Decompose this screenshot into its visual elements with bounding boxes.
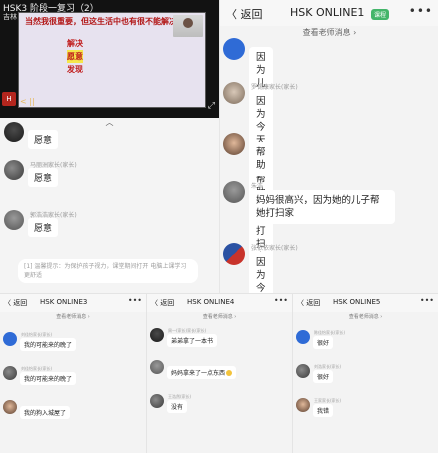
message-bubble: 愿意 <box>28 130 59 149</box>
more-options-icon[interactable]: ••• <box>409 4 433 18</box>
avatar[interactable] <box>223 38 245 60</box>
more-options-icon[interactable]: ••• <box>274 296 288 305</box>
avatar[interactable] <box>223 82 245 104</box>
message-bubble: 妈妈拿来了一点东西 <box>167 366 237 379</box>
system-notice: [1] 温馨提示：为保护孩子视力，课堂期间打开 电脑上课学习更舒适 <box>18 259 198 283</box>
view-teacher-messages-link[interactable]: 查看老师消息 › <box>147 313 292 320</box>
more-options-icon[interactable]: ••• <box>420 296 434 305</box>
view-teacher-messages-link[interactable]: 查看老师消息 › <box>0 313 146 320</box>
sender-name: 朱浩 <box>251 183 264 190</box>
back-button[interactable]: 〈 返回 <box>297 298 320 308</box>
sender-name: 张依依家长(家长) <box>251 245 298 252</box>
message-bubble: 弟弟拿了一本书 <box>167 334 218 347</box>
chat-header: 〈 返回 HSK ONLINE5 ••• <box>293 294 438 312</box>
more-options-icon[interactable]: ••• <box>128 296 142 305</box>
chat-title: HSK ONLINE1 <box>290 6 365 19</box>
avatar[interactable] <box>3 366 17 380</box>
group-chat-panel-online3: 〈 返回 HSK ONLINE3 ••• 查看老师消息 › 刘佳怡家长(家长) … <box>0 293 146 453</box>
message-bubble: 愿意 <box>28 168 59 187</box>
message-bubble: 我的狗入城屋了 <box>20 406 71 419</box>
avatar[interactable] <box>150 328 164 342</box>
avatar[interactable] <box>4 210 24 230</box>
slide-word: 解决 <box>67 39 83 48</box>
view-teacher-messages-link[interactable]: 查看老师消息 › <box>220 27 438 38</box>
message-bubble: 我的可能来的晚了 <box>20 372 77 385</box>
avatar[interactable] <box>4 160 24 180</box>
message-bubble: 没有 <box>167 400 188 413</box>
avatar[interactable] <box>3 332 17 346</box>
group-chat-panel: 〈 返回 HSK ONLINE1 课程 ••• 查看老师消息 › 因为儿子自己打… <box>219 0 438 293</box>
avatar[interactable] <box>223 181 245 203</box>
slide-word: 发现 <box>67 65 83 74</box>
avatar[interactable] <box>3 400 17 414</box>
message-bubble: 我错 <box>313 404 334 417</box>
slide-vocabulary: 解决 愿意 发现 <box>67 37 83 76</box>
avatar[interactable] <box>296 398 310 412</box>
message-bubble: 因为今天儿子就了 <box>249 252 273 293</box>
video-player[interactable]: HSK3 阶段一复习（2） 吉林 当然我很重要，但这生活中也有很不能解决的问题 … <box>0 0 219 118</box>
collapse-icon[interactable]: ︿ <box>0 118 219 127</box>
avatar[interactable] <box>223 243 245 265</box>
group-chat-panel-online5: 〈 返回 HSK ONLINE5 ••• 查看老师消息 › 陈佳怡家长(家长) … <box>292 293 438 453</box>
slide-word-highlighted: 愿意 <box>67 50 83 63</box>
avatar[interactable] <box>296 330 310 344</box>
message-bubble: 愿意 <box>28 218 59 237</box>
chat-title: HSK ONLINE3 <box>40 298 88 306</box>
back-button[interactable]: 〈 返回 <box>226 6 263 22</box>
course-badge: 课程 <box>371 9 390 20</box>
avatar[interactable] <box>223 133 245 155</box>
sender-name: 罗锡康家长(家长) <box>251 84 298 91</box>
teacher-camera-thumbnail[interactable] <box>173 15 203 37</box>
message-bubble: 很好 <box>313 370 334 383</box>
view-teacher-messages-link[interactable]: 查看老师消息 › <box>293 313 438 320</box>
message-bubble: 帮助 <box>249 142 273 176</box>
chat-header: 〈 返回 HSK ONLINE4 ••• <box>147 294 292 312</box>
group-chat-panel-online4: 〈 返回 HSK ONLINE4 ••• 查看老师消息 › 周一(家长)家长(家… <box>146 293 292 453</box>
message-bubble: 很好 <box>313 336 334 349</box>
message-bubble: 我的可能来的晚了 <box>20 338 77 351</box>
chat-header: 〈 返回 HSK ONLINE1 课程 ••• <box>220 0 438 26</box>
screenshot-collage: HSK3 阶段一复习（2） 吉林 当然我很重要，但这生活中也有很不能解决的问题 … <box>0 0 438 453</box>
chat-title: HSK ONLINE4 <box>187 298 235 306</box>
fullscreen-icon[interactable]: ⤢ <box>208 101 215 111</box>
avatar[interactable] <box>4 122 24 142</box>
message-text: 妈妈拿来了一点东西 <box>171 370 226 377</box>
back-button[interactable]: 〈 返回 <box>4 298 27 308</box>
avatar[interactable] <box>150 394 164 408</box>
chat-title: HSK ONLINE5 <box>333 298 381 306</box>
smile-emoji-icon <box>226 370 233 376</box>
presentation-slide: 当然我很重要，但这生活中也有很不能解决的问题 解决 愿意 发现 <box>18 12 206 108</box>
chat-header: 〈 返回 HSK ONLINE3 ••• <box>0 294 146 312</box>
message-text: 因为今天儿子就了 <box>256 257 266 293</box>
app-logo: H <box>2 92 16 106</box>
back-button[interactable]: 〈 返回 <box>151 298 174 308</box>
message-bubble: 妈妈很高兴，因为她的儿子帮她打扫家 <box>249 190 395 224</box>
playback-controls[interactable]: < || <box>20 97 35 106</box>
video-subtitle: 吉林 <box>3 13 17 21</box>
avatar[interactable] <box>296 364 310 378</box>
live-class-panel: HSK3 阶段一复习（2） 吉林 当然我很重要，但这生活中也有很不能解决的问题 … <box>0 0 219 293</box>
avatar[interactable] <box>150 360 164 374</box>
